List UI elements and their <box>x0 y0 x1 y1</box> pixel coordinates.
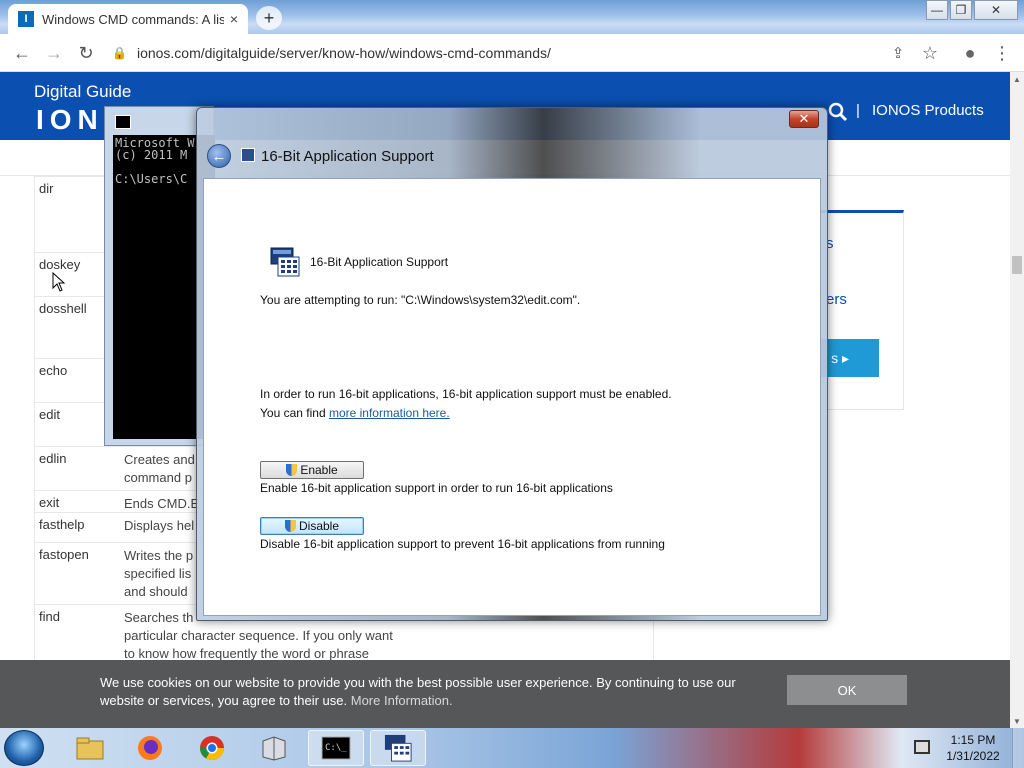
cookie-ok-button[interactable]: OK <box>787 675 907 705</box>
dialog-title: 16-Bit Application Support <box>261 148 434 165</box>
cmd-taskbar-icon[interactable]: C:\_ <box>308 730 364 766</box>
browser-tab[interactable]: I Windows CMD commands: A list × <box>8 4 248 34</box>
reload-button[interactable]: ↻ <box>76 43 96 63</box>
enable-button[interactable]: Enable <box>260 461 364 479</box>
cookie-banner: We use cookies on our website to provide… <box>0 660 1010 728</box>
profile-icon[interactable]: ● <box>960 43 980 63</box>
dialog-close-button[interactable]: ✕ <box>789 110 819 128</box>
command-name: exit <box>39 495 60 510</box>
scroll-up-icon[interactable]: ▲ <box>1010 72 1024 86</box>
url-text: ionos.com/digitalguide/server/know-how/w… <box>136 45 551 61</box>
digital-guide-title[interactable]: Digital Guide <box>34 82 131 102</box>
explorer-taskbar-icon[interactable] <box>62 730 118 766</box>
svg-text:C:\_: C:\_ <box>325 743 347 753</box>
menu-icon[interactable]: ⋮ <box>992 43 1012 63</box>
command-name: find <box>39 609 60 624</box>
enable-description: Enable 16-bit application support in ord… <box>260 481 613 495</box>
command-name: doskey <box>39 257 81 272</box>
scroll-thumb[interactable] <box>1012 256 1022 274</box>
uac-shield-icon <box>286 464 298 476</box>
show-desktop-button[interactable] <box>1012 728 1024 768</box>
url-field[interactable]: 🔒 ionos.com/digitalguide/server/know-how… <box>112 39 952 67</box>
disable-button-label: Disable <box>298 519 340 533</box>
app-taskbar-icon[interactable] <box>246 730 302 766</box>
disable-description: Disable 16-bit application support to pr… <box>260 537 665 551</box>
share-icon[interactable]: ⇪ <box>888 43 908 63</box>
ionos-products-link[interactable]: IONOS Products <box>872 102 984 119</box>
info-text-2: You can find more information here. <box>260 406 450 420</box>
minimize-button[interactable]: — <box>926 0 948 20</box>
dialog-content: 16-Bit Application Support You are attem… <box>203 178 821 616</box>
sidebar-link[interactable]: ers <box>826 291 847 308</box>
cookie-text: We use cookies on our website to provide… <box>100 674 780 710</box>
disable-button[interactable]: Disable <box>260 517 364 535</box>
command-name: echo <box>39 363 68 378</box>
window-close-button[interactable]: ✕ <box>974 0 1018 20</box>
tab-close-icon[interactable]: × <box>230 11 238 27</box>
maximize-button[interactable]: ❐ <box>950 0 972 20</box>
chrome-taskbar-icon[interactable] <box>184 730 240 766</box>
page-scrollbar[interactable]: ▲ ▼ <box>1010 72 1024 728</box>
start-button[interactable] <box>4 730 44 766</box>
command-name: fastopen <box>39 547 89 562</box>
cmd-icon <box>115 115 131 129</box>
app-title: 16-Bit Application Support <box>310 255 449 269</box>
cookie-more-link[interactable]: More Information. <box>351 693 453 708</box>
command-name: edlin <box>39 451 67 466</box>
enable-button-label: Enable <box>300 463 338 477</box>
new-tab-button[interactable]: + <box>256 6 282 30</box>
16bit-support-taskbar-icon[interactable] <box>370 730 426 766</box>
ionos-favicon-icon: I <box>18 11 34 27</box>
run-message: You are attempting to run: "C:\Windows\s… <box>260 293 581 307</box>
dialog-title-icon <box>241 148 255 162</box>
lock-icon[interactable]: 🔒 <box>112 46 127 60</box>
uac-shield-icon <box>284 520 296 532</box>
16-bit-app-icon <box>270 247 300 277</box>
command-name: edit <box>39 407 60 422</box>
command-name: dir <box>39 181 54 196</box>
command-name: fasthelp <box>39 517 85 532</box>
browser-tab-bar: I Windows CMD commands: A list × + — ❐ ✕ <box>0 0 1024 34</box>
mouse-cursor-icon <box>52 272 66 292</box>
firefox-taskbar-icon[interactable] <box>122 730 178 766</box>
more-info-link[interactable]: more information here. <box>329 406 450 420</box>
search-icon[interactable] <box>828 102 848 128</box>
clock-date[interactable]: 1/31/2022 <box>944 749 1002 763</box>
tab-title: Windows CMD commands: A list <box>42 11 224 27</box>
windows-taskbar: C:\_ 1:15 PM 1/31/2022 <box>0 728 1024 768</box>
back-button[interactable]: ← <box>12 43 32 63</box>
command-name: dosshell <box>39 301 87 316</box>
info-text: In order to run 16-bit applications, 16-… <box>260 387 672 401</box>
network-tray-icon[interactable] <box>914 740 930 754</box>
star-icon[interactable]: ☆ <box>920 43 940 63</box>
header-separator: | <box>856 102 860 119</box>
back-arrow-icon[interactable]: ← <box>207 144 231 168</box>
clock-time[interactable]: 1:15 PM <box>948 733 998 747</box>
scroll-down-icon[interactable]: ▼ <box>1010 714 1024 728</box>
forward-button[interactable]: → <box>44 43 64 63</box>
info-prefix: You can find <box>260 406 329 420</box>
16-bit-support-dialog: ✕ ← 16-Bit Application Support 16-Bit Ap… <box>196 107 828 621</box>
address-bar: ← → ↻ 🔒 ionos.com/digitalguide/server/kn… <box>0 34 1024 72</box>
